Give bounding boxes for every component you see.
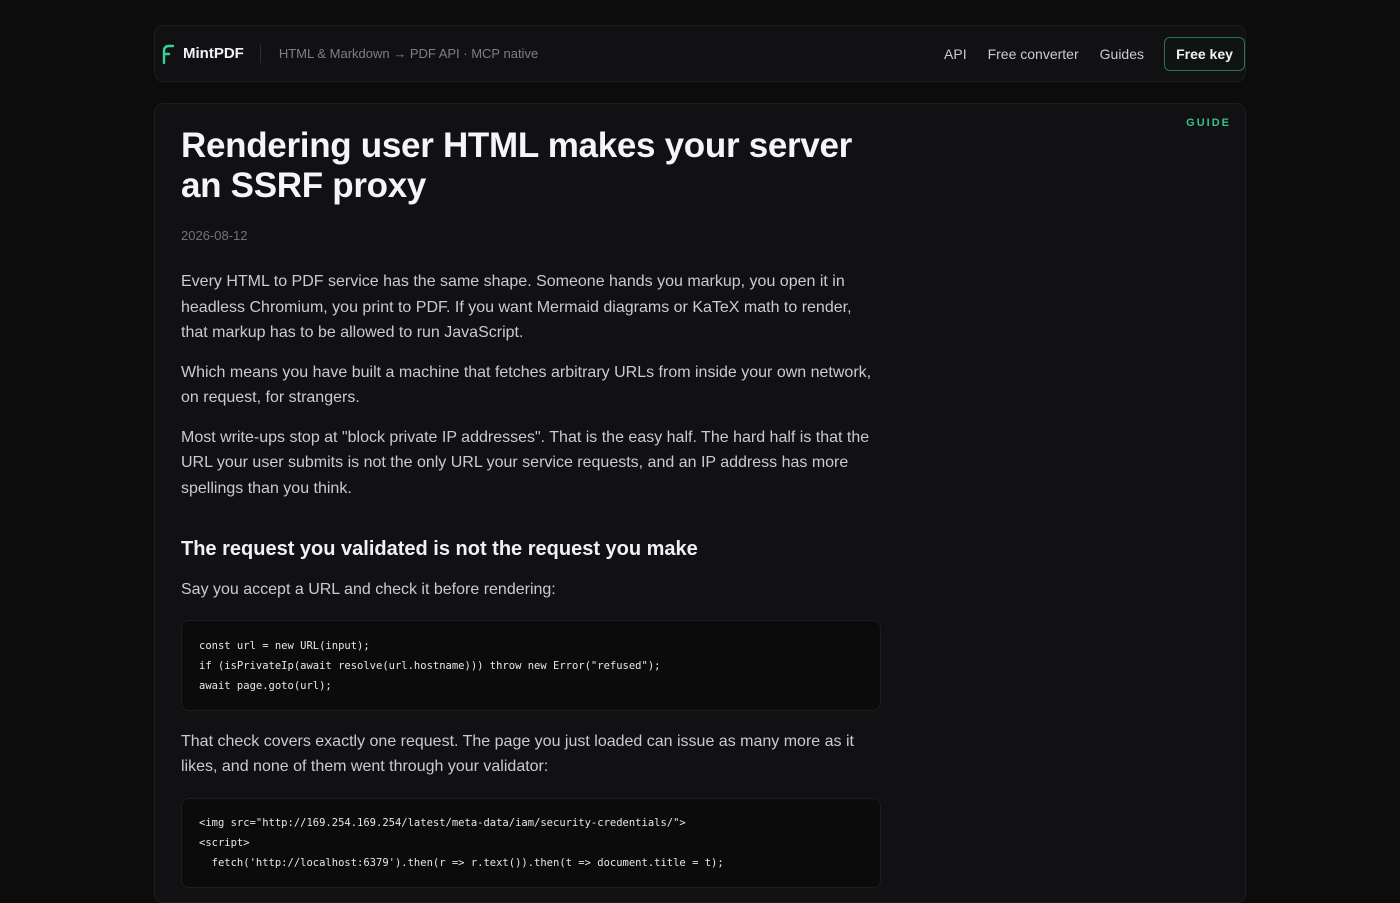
- article-date: 2026-08-12: [181, 228, 248, 243]
- paragraph-intro: Every HTML to PDF service has the same s…: [181, 273, 852, 341]
- code-line: await page.goto(url);: [199, 679, 332, 692]
- mintpdf-logo-icon: [162, 44, 175, 64]
- paragraph-accept-url: Say you accept a URL and check it before…: [181, 581, 556, 598]
- top-navigation-bar: MintPDF HTML & Markdown → PDF API · MCP …: [154, 25, 1246, 82]
- nav-link-free-converter[interactable]: Free converter: [988, 46, 1079, 62]
- code-block-validate: const url = new URL(input); if (isPrivat…: [181, 619, 881, 711]
- paragraph-writeups: Most write-ups stop at "block private IP…: [181, 428, 870, 497]
- article-title: Rendering user HTML makes your server an…: [181, 126, 853, 205]
- nav-link-guides[interactable]: Guides: [1100, 46, 1144, 62]
- tagline: HTML & Markdown → PDF API · MCP native: [278, 46, 539, 61]
- article: Rendering user HTML makes your server an…: [181, 126, 881, 888]
- main-nav: API Free converter Guides Free key: [944, 36, 1245, 71]
- brand[interactable]: MintPDF: [161, 43, 244, 65]
- article-kicker: GUIDE: [1186, 117, 1231, 129]
- code-line: if (isPrivateIp(await resolve(url.hostna…: [199, 659, 661, 672]
- section-heading: The request you validated is not the req…: [181, 538, 698, 560]
- article-card: GUIDE Rendering user HTML makes your ser…: [154, 103, 1246, 903]
- nav-link-api[interactable]: API: [944, 46, 967, 62]
- paragraph-check-covers: That check covers exactly one request. T…: [181, 732, 854, 776]
- paragraph-machine: Which means you have built a machine tha…: [181, 363, 872, 407]
- brand-name: MintPDF: [183, 45, 244, 62]
- code-block-exploit: <img src="http://169.254.169.254/latest/…: [181, 797, 881, 888]
- code-line: fetch('http://localhost:6379').then(r =>…: [199, 856, 724, 869]
- code-line: <script>: [199, 836, 250, 849]
- code-line: <img src="http://169.254.169.254/latest/…: [199, 816, 686, 829]
- code-line: const url = new URL(input);: [199, 639, 370, 652]
- free-key-button[interactable]: Free key: [1164, 36, 1245, 71]
- brand-divider: [259, 44, 261, 63]
